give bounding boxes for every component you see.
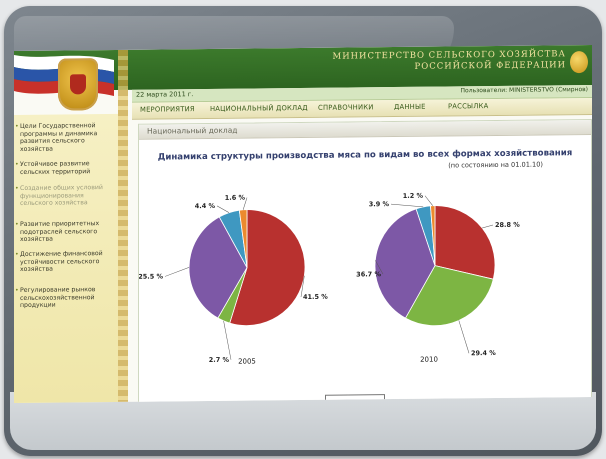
sidebar: Цели Государственной программы и динамик…: [14, 113, 118, 404]
data-label-2010-0: 28.8 %: [495, 221, 520, 229]
leader-line-2010-0: [482, 224, 494, 229]
leader-line-2010-1: [458, 320, 470, 354]
coat-of-arms-icon[interactable]: [58, 58, 98, 111]
year-label-2010: 2010: [420, 356, 438, 364]
data-label-2010-1: 29.4 %: [471, 349, 496, 357]
leader-line-2010-3: [390, 203, 424, 208]
data-label-2010-2: 36.7 %: [356, 270, 381, 278]
data-label-2005-4: 1.6 %: [225, 194, 246, 202]
nav-item-mailing[interactable]: РАССЫЛКА: [448, 102, 488, 110]
panel-title-bar: Национальный доклад: [139, 119, 591, 140]
data-label-2005-3: 4.4 %: [195, 202, 216, 210]
main-nav: МЕРОПРИЯТИЯ НАЦИОНАЛЬНЫЙ ДОКЛАД СПРАВОЧН…: [132, 97, 592, 120]
year-label-2005: 2005: [238, 357, 256, 365]
leader-line-2010-4: [424, 195, 433, 206]
nav-item-references[interactable]: СПРАВОЧНИКИ: [318, 103, 374, 112]
data-label-2005-2: 25.5 %: [139, 272, 163, 280]
sidebar-item-general-conditions[interactable]: Создание общих условий функционирования …: [20, 184, 114, 208]
screen: МИНИСТЕРСТВО СЕЛЬСКОГО ХОЗЯЙСТВА РОССИЙС…: [14, 44, 592, 404]
data-label-2010-3: 3.9 %: [369, 200, 390, 208]
data-label-2010-4: 1.2 %: [403, 192, 424, 200]
data-label-2005-1: 2.7 %: [209, 356, 230, 364]
data-label-2005-0: 41.5 %: [303, 293, 328, 301]
leader-line-2005-2: [164, 267, 190, 277]
nav-item-national-report[interactable]: НАЦИОНАЛЬНЫЙ ДОКЛАД: [210, 104, 308, 113]
sidebar-item-program-goals[interactable]: Цели Государственной программы и динамик…: [20, 122, 114, 153]
ministry-title: МИНИСТЕРСТВО СЕЛЬСКОГО ХОЗЯЙСТВА РОССИЙС…: [333, 49, 566, 73]
panel-title: Национальный доклад: [147, 125, 238, 136]
current-date: 22 марта 2011 г.: [136, 90, 194, 99]
wheat-ornament: [118, 49, 128, 402]
coat-shield-icon: [70, 74, 86, 95]
sidebar-item-financial-stability[interactable]: Достижение финансовой устойчивости сельс…: [20, 250, 114, 274]
nav-item-events[interactable]: МЕРОПРИЯТИЯ: [140, 105, 195, 114]
user-info-link[interactable]: Пользователи: MINISTERSTVO (Смирнов): [461, 86, 588, 94]
sidebar-item-rural-development[interactable]: Устойчивое развитие сельских территорий: [20, 160, 114, 176]
nav-item-data[interactable]: ДАННЫЕ: [394, 103, 426, 111]
sidebar-item-priority-subsectors[interactable]: Развитие приоритетных подотраслей сельск…: [20, 220, 114, 244]
leader-line-2005-3: [216, 205, 230, 213]
sidebar-item-market-regulation[interactable]: Регулирование рынков сельскохозяйственно…: [20, 286, 114, 310]
ministry-emblem-icon[interactable]: [570, 51, 588, 74]
leader-line-2005-1: [223, 320, 232, 360]
report-panel: Национальный доклад Динамика структуры п…: [138, 118, 592, 404]
pie-charts: 41.5 % 2.7 % 25.5 % 4.4 % 1.6 % 2005 28.8 % 29.…: [139, 192, 520, 366]
